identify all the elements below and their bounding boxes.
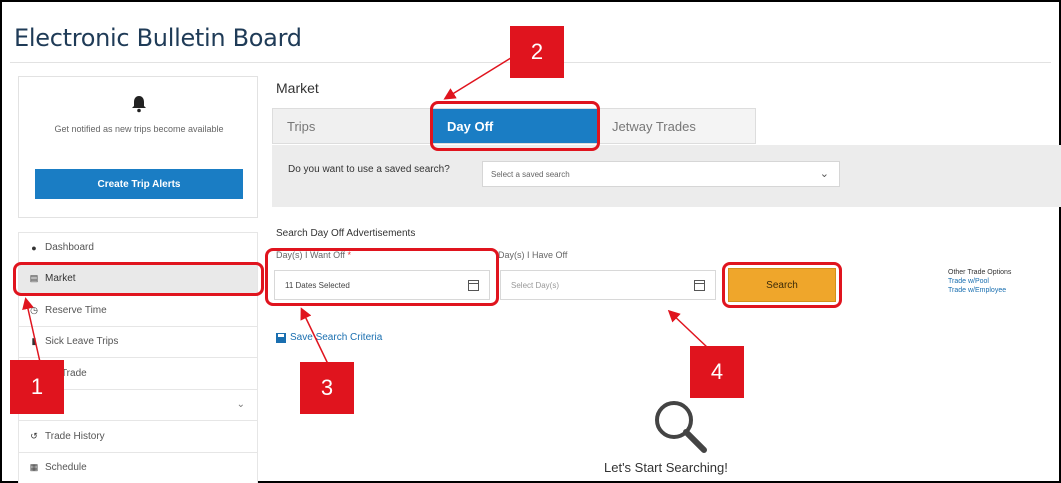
- history-icon: ↺: [30, 430, 38, 441]
- bell-icon: [132, 96, 146, 113]
- callout-2: 2: [510, 26, 564, 78]
- sidebar-item-trade-history[interactable]: ↺ Trade History: [18, 421, 258, 453]
- sidebar-item-label: Dashboard: [45, 242, 94, 254]
- save-icon: [276, 332, 286, 343]
- dashboard-icon: ●: [31, 242, 37, 253]
- app-title: Electronic Bulletin Board: [14, 24, 302, 52]
- saved-search-question: Do you want to use a saved search?: [288, 164, 450, 175]
- sidebar-item-label: Schedule: [45, 462, 87, 474]
- sidebar-item-dashboard[interactable]: ● Dashboard: [18, 232, 258, 264]
- sidebar-item-schedule[interactable]: ▦ Schedule: [18, 452, 258, 483]
- callout-1: 1: [10, 360, 64, 414]
- other-trade-options: Other Trade Options Trade w/Pool Trade w…: [948, 268, 1011, 295]
- trip-alert-card: Get notified as new trips become availab…: [18, 76, 258, 218]
- tab-jetway-trades[interactable]: Jetway Trades: [597, 109, 755, 143]
- magnifier-icon: [655, 401, 707, 453]
- have-off-label: Day(s) I Have Off: [498, 250, 568, 260]
- highlight-market: [13, 262, 264, 296]
- saved-search-placeholder: Select a saved search: [491, 169, 570, 179]
- empty-state-message: Let's Start Searching!: [604, 460, 728, 475]
- alert-description: Get notified as new trips become availab…: [54, 124, 224, 134]
- create-trip-alerts-button[interactable]: Create Trip Alerts: [35, 169, 243, 199]
- clock-icon: ◷: [30, 304, 38, 315]
- chevron-down-icon[interactable]: ⌄: [237, 399, 245, 410]
- callout-4: 4: [690, 346, 744, 398]
- saved-search-panel: Do you want to use a saved search? Selec…: [272, 145, 1061, 207]
- highlight-search-button: [722, 262, 842, 308]
- save-search-criteria-link[interactable]: Save Search Criteria: [276, 332, 382, 343]
- saved-search-select[interactable]: Select a saved search ⌄: [482, 161, 840, 187]
- chevron-down-icon: ⌄: [819, 168, 829, 180]
- highlight-want-off-field: [265, 248, 499, 306]
- sidebar-item-reserve-time[interactable]: ◷ Reserve Time: [18, 295, 258, 327]
- have-off-placeholder: Select Day(s): [511, 280, 560, 290]
- save-search-criteria-label: Save Search Criteria: [290, 332, 383, 343]
- sidebar-item-sick-leave-trips[interactable]: ▮ Sick Leave Trips: [18, 326, 258, 358]
- sidebar-item-label: Trade History: [45, 430, 105, 442]
- other-trade-options-title: Other Trade Options: [948, 269, 1012, 276]
- tab-trips[interactable]: Trips: [273, 109, 433, 143]
- briefcase-icon: ▮: [31, 336, 37, 347]
- have-off-date-field[interactable]: Select Day(s): [500, 270, 716, 300]
- trade-with-employee-link[interactable]: Trade w/Employee: [948, 286, 1011, 295]
- section-title: Search Day Off Advertisements: [276, 228, 416, 239]
- callout-3: 3: [300, 362, 354, 414]
- page-title: Market: [276, 80, 319, 96]
- calendar-icon[interactable]: [694, 280, 705, 291]
- sidebar-item-label: Sick Leave Trips: [45, 336, 119, 348]
- schedule-icon: ▦: [29, 462, 39, 473]
- trade-with-pool-link[interactable]: Trade w/Pool: [948, 277, 1011, 286]
- sidebar-item-label: Reserve Time: [45, 304, 107, 316]
- highlight-day-off-tab: [430, 101, 600, 151]
